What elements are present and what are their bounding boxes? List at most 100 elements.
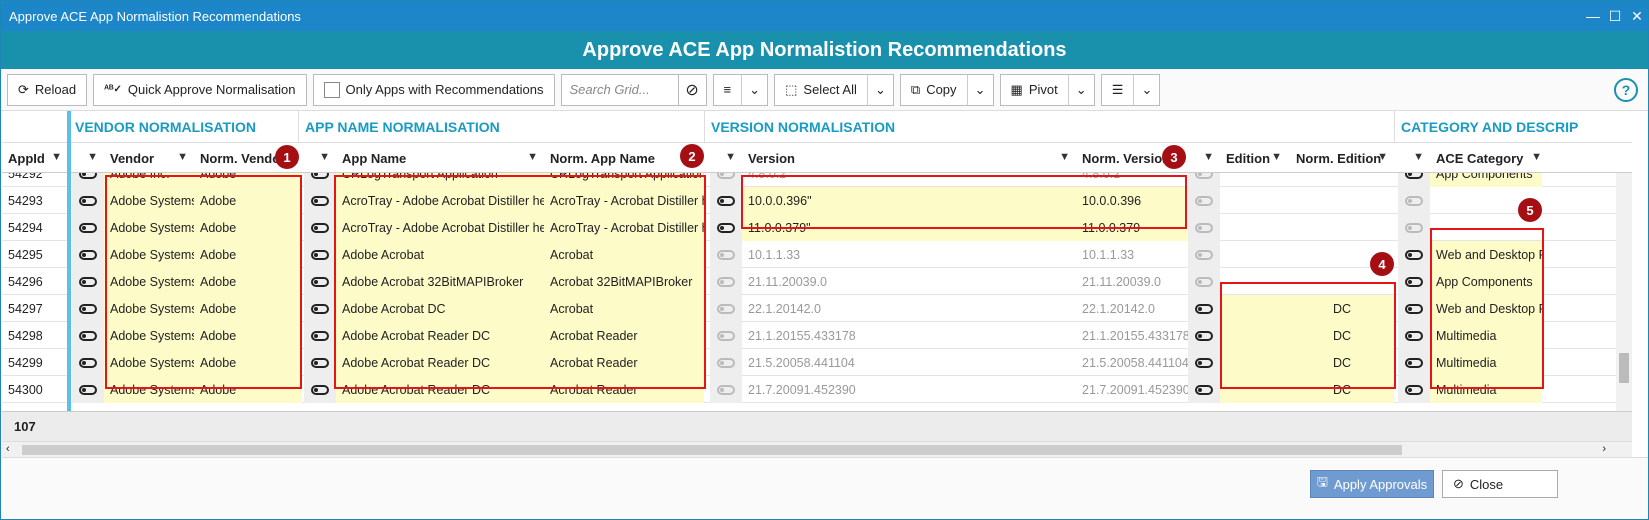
edition-toggle[interactable] bbox=[1188, 241, 1220, 268]
cell-norm-version[interactable]: 21.5.20058.441104 bbox=[1076, 349, 1188, 376]
filter-icon[interactable]: ▼ bbox=[1377, 151, 1388, 163]
reload-button[interactable]: ⟳ Reload bbox=[7, 73, 88, 106]
cell-appid[interactable]: 54297 bbox=[2, 295, 68, 322]
filter-icon[interactable]: ▼ bbox=[87, 151, 98, 163]
version-toggle[interactable] bbox=[710, 214, 742, 241]
category-toggle[interactable] bbox=[1398, 173, 1430, 187]
vendor-toggle[interactable] bbox=[72, 268, 104, 295]
col-vendor-toggle[interactable]: ▼ bbox=[72, 143, 104, 173]
scroll-right-icon[interactable]: › bbox=[1602, 443, 1606, 455]
edition-toggle[interactable] bbox=[1188, 322, 1220, 349]
clear-search-button[interactable]: ⊘ bbox=[678, 73, 707, 106]
col-appid[interactable]: AppId ▼ bbox=[2, 143, 68, 173]
version-toggle[interactable] bbox=[710, 268, 742, 295]
col-app-name[interactable]: App Name ▼ bbox=[336, 143, 544, 173]
only-apps-checkbox[interactable]: Only Apps with Recommendations bbox=[312, 73, 555, 106]
filter-icon[interactable]: ▼ bbox=[527, 151, 538, 163]
cell-norm-edition[interactable] bbox=[1290, 214, 1394, 241]
app-toggle[interactable] bbox=[304, 349, 336, 376]
cell-norm-edition[interactable] bbox=[1290, 173, 1394, 187]
category-toggle[interactable] bbox=[1398, 187, 1430, 214]
scroll-left-icon[interactable]: ‹ bbox=[6, 443, 10, 455]
cell-appid[interactable]: 54293 bbox=[2, 187, 68, 214]
filter-icon[interactable]: ▼ bbox=[1059, 151, 1070, 163]
cell-appid[interactable]: 54295 bbox=[2, 241, 68, 268]
horizontal-scroll-thumb[interactable] bbox=[22, 445, 1402, 455]
vertical-scrollbar[interactable] bbox=[1616, 173, 1632, 411]
cell-edition[interactable] bbox=[1220, 173, 1290, 187]
version-toggle[interactable] bbox=[710, 187, 742, 214]
cell-norm-version[interactable]: 21.11.20039.0 bbox=[1076, 268, 1188, 295]
cell-version[interactable]: 21.11.20039.0 bbox=[742, 268, 1076, 295]
chevron-down-icon[interactable]: ⌄ bbox=[741, 74, 767, 105]
minimize-button[interactable]: — bbox=[1582, 8, 1604, 24]
cell-version[interactable]: 22.1.20142.0 bbox=[742, 295, 1076, 322]
vendor-toggle[interactable] bbox=[72, 295, 104, 322]
filter-icon[interactable]: ▼ bbox=[1203, 151, 1214, 163]
vendor-toggle[interactable] bbox=[72, 349, 104, 376]
filter-icon[interactable]: ▼ bbox=[51, 151, 62, 163]
cell-version[interactable]: 21.1.20155.433178 bbox=[742, 322, 1076, 349]
col-norm-edition[interactable]: Norm. Edition ▼ bbox=[1290, 143, 1394, 173]
col-app-toggle[interactable]: ▼ bbox=[304, 143, 336, 173]
horizontal-scrollbar[interactable]: ‹ › bbox=[2, 441, 1632, 457]
col-vendor[interactable]: Vendor ▼ bbox=[104, 143, 194, 173]
cell-appid[interactable]: 54296 bbox=[2, 268, 68, 295]
col-version-toggle[interactable]: ▼ bbox=[710, 143, 742, 173]
view-options-button[interactable]: ☰ ⌄ bbox=[1100, 73, 1161, 106]
copy-button[interactable]: ⧉ Copy ⌄ bbox=[899, 73, 994, 106]
version-toggle[interactable] bbox=[710, 241, 742, 268]
vendor-toggle[interactable] bbox=[72, 376, 104, 403]
help-icon[interactable]: ? bbox=[1614, 77, 1638, 102]
category-toggle[interactable] bbox=[1398, 376, 1430, 403]
checkbox-icon[interactable] bbox=[323, 81, 340, 98]
search-input[interactable]: Search Grid... bbox=[560, 73, 679, 106]
version-toggle[interactable] bbox=[710, 295, 742, 322]
app-toggle[interactable] bbox=[304, 214, 336, 241]
cell-appid[interactable]: 54298 bbox=[2, 322, 68, 349]
maximize-button[interactable]: ☐ bbox=[1604, 8, 1626, 25]
cell-norm-version[interactable]: 22.1.20142.0 bbox=[1076, 295, 1188, 322]
category-toggle[interactable] bbox=[1398, 214, 1430, 241]
version-toggle[interactable] bbox=[710, 173, 742, 187]
col-category-toggle[interactable]: ▼ bbox=[1398, 143, 1430, 173]
col-edition-toggle[interactable]: ▼ bbox=[1188, 143, 1220, 173]
cell-version[interactable]: 21.5.20058.441104 bbox=[742, 349, 1076, 376]
edition-toggle[interactable] bbox=[1188, 173, 1220, 187]
cell-ace-category[interactable]: App Components bbox=[1430, 173, 1542, 187]
category-toggle[interactable] bbox=[1398, 268, 1430, 295]
vendor-toggle[interactable] bbox=[72, 241, 104, 268]
cell-norm-edition[interactable] bbox=[1290, 187, 1394, 214]
edition-toggle[interactable] bbox=[1188, 187, 1220, 214]
select-all-button[interactable]: ⬚ Select All ⌄ bbox=[774, 73, 894, 106]
col-version[interactable]: Version ▼ bbox=[742, 143, 1076, 173]
app-toggle[interactable] bbox=[304, 376, 336, 403]
cell-norm-version[interactable]: 21.1.20155.433178 bbox=[1076, 322, 1188, 349]
vendor-toggle[interactable] bbox=[72, 322, 104, 349]
col-ace-category[interactable]: ACE Category ▼ bbox=[1430, 143, 1548, 173]
cell-norm-version[interactable]: 10.1.1.33 bbox=[1076, 241, 1188, 268]
edition-toggle[interactable] bbox=[1188, 295, 1220, 322]
filter-icon[interactable]: ▼ bbox=[725, 151, 736, 163]
vendor-toggle[interactable] bbox=[72, 214, 104, 241]
edition-toggle[interactable] bbox=[1188, 376, 1220, 403]
category-toggle[interactable] bbox=[1398, 349, 1430, 376]
col-edition[interactable]: Edition ▼ bbox=[1220, 143, 1288, 173]
app-toggle[interactable] bbox=[304, 268, 336, 295]
version-toggle[interactable] bbox=[710, 376, 742, 403]
edition-toggle[interactable] bbox=[1188, 214, 1220, 241]
chevron-down-icon[interactable]: ⌄ bbox=[866, 74, 893, 105]
version-toggle[interactable] bbox=[710, 322, 742, 349]
close-window-button[interactable]: ✕ bbox=[1626, 8, 1648, 25]
category-toggle[interactable] bbox=[1398, 295, 1430, 322]
vendor-toggle[interactable] bbox=[72, 187, 104, 214]
edition-toggle[interactable] bbox=[1188, 349, 1220, 376]
filter-icon[interactable]: ▼ bbox=[319, 151, 330, 163]
vertical-scroll-thumb[interactable] bbox=[1619, 353, 1629, 383]
category-toggle[interactable] bbox=[1398, 241, 1430, 268]
filter-icon[interactable]: ▼ bbox=[1531, 151, 1542, 163]
cell-version[interactable]: 10.1.1.33 bbox=[742, 241, 1076, 268]
close-button[interactable]: ⊘ Close bbox=[1442, 470, 1558, 498]
app-toggle[interactable] bbox=[304, 187, 336, 214]
chevron-down-icon[interactable]: ⌄ bbox=[1067, 74, 1094, 105]
